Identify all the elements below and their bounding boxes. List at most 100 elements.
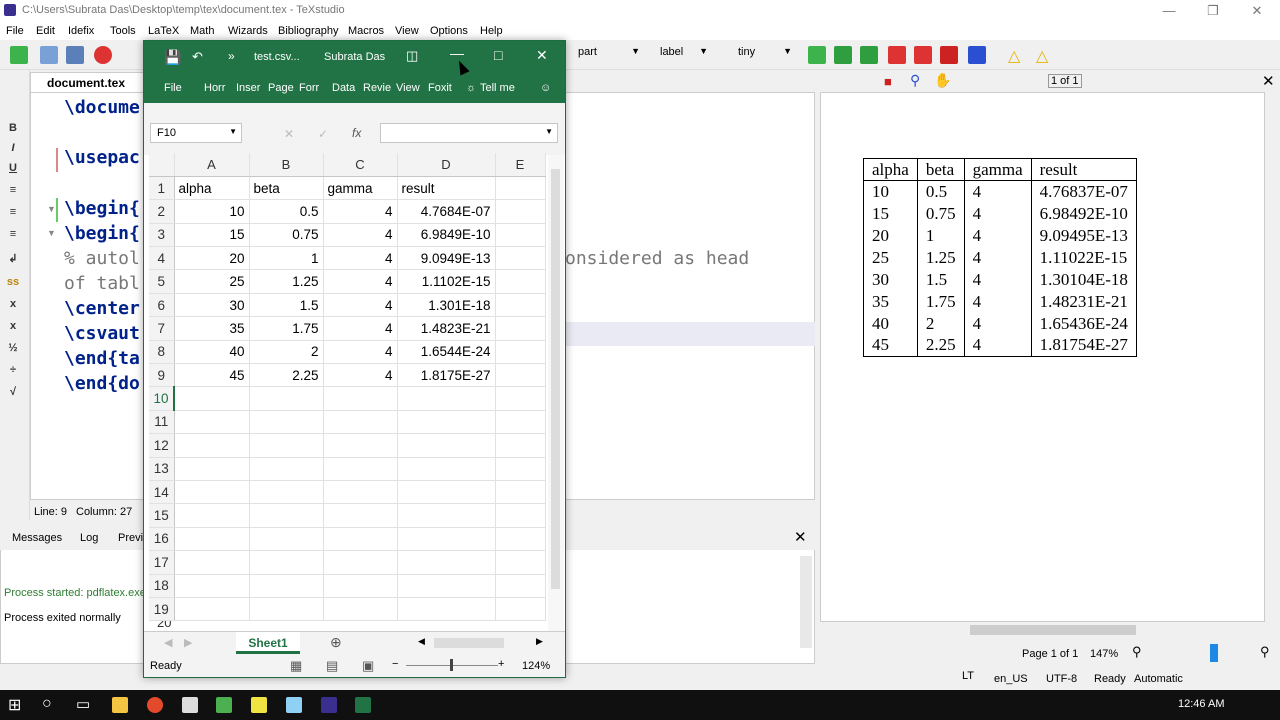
- cell[interactable]: 0.5: [249, 199, 324, 224]
- row-header[interactable]: 14: [149, 480, 175, 505]
- cell[interactable]: [249, 503, 324, 528]
- cell[interactable]: 6.9849E-10: [397, 223, 496, 248]
- cell[interactable]: 0.75: [249, 223, 324, 248]
- save-all-icon[interactable]: [40, 46, 58, 64]
- column-header-b[interactable]: B: [249, 153, 324, 177]
- cell[interactable]: [397, 386, 496, 411]
- cell[interactable]: [323, 597, 398, 622]
- fraction-icon[interactable]: ½: [6, 342, 20, 356]
- mode-selector[interactable]: Automatic: [1134, 673, 1183, 685]
- select-all-corner[interactable]: [149, 153, 175, 177]
- tab-foxit[interactable]: Foxit: [428, 82, 452, 94]
- cell[interactable]: 4: [323, 223, 398, 248]
- tab-home[interactable]: Horr: [204, 82, 225, 94]
- menu-bibliography[interactable]: Bibliography: [278, 25, 339, 37]
- menu-options[interactable]: Options: [430, 25, 468, 37]
- row-header[interactable]: 8: [149, 340, 175, 365]
- save-icon[interactable]: [66, 46, 84, 64]
- cancel-icon[interactable]: ✕: [284, 127, 294, 141]
- maximize-icon[interactable]: □: [494, 47, 502, 63]
- app-icon[interactable]: [286, 697, 302, 713]
- cell[interactable]: 1.8175E-27: [397, 363, 496, 388]
- cell[interactable]: 15: [174, 223, 250, 248]
- cell[interactable]: [495, 410, 546, 435]
- cell[interactable]: [323, 457, 398, 481]
- cell[interactable]: [249, 457, 324, 481]
- cell[interactable]: [495, 433, 546, 458]
- section-icon[interactable]: ss: [6, 276, 20, 290]
- cell[interactable]: [495, 199, 546, 224]
- cell[interactable]: [174, 503, 250, 528]
- row-header[interactable]: 12: [149, 433, 175, 458]
- column-icon[interactable]: [834, 46, 852, 64]
- normal-view-icon[interactable]: ▦: [290, 658, 302, 674]
- fold-icon[interactable]: ▼: [47, 204, 56, 214]
- save-icon[interactable]: 💾: [164, 49, 181, 66]
- cell[interactable]: [397, 574, 496, 598]
- tab-messages[interactable]: Messages: [12, 532, 62, 544]
- dictionary-selector[interactable]: en_US: [994, 673, 1028, 685]
- cell[interactable]: 1.301E-18: [397, 293, 496, 318]
- cell[interactable]: [174, 550, 250, 575]
- zoom-in-icon[interactable]: ⚲: [1260, 644, 1270, 660]
- more-icon[interactable]: »: [228, 49, 235, 63]
- cell[interactable]: [495, 176, 546, 201]
- cell[interactable]: [495, 269, 546, 294]
- cell[interactable]: [249, 410, 324, 435]
- cell[interactable]: 4: [323, 316, 398, 341]
- row-header[interactable]: 6: [149, 293, 175, 318]
- minimize-icon[interactable]: —: [1146, 0, 1192, 22]
- cell[interactable]: [397, 597, 496, 622]
- cell[interactable]: [174, 386, 250, 411]
- sheet-vertical-scrollbar[interactable]: [548, 155, 564, 631]
- cell[interactable]: [495, 316, 546, 341]
- cell[interactable]: [174, 480, 250, 505]
- cell[interactable]: 4.7684E-07: [397, 199, 496, 224]
- cell[interactable]: gamma: [323, 176, 398, 201]
- sheet-tab-sheet1[interactable]: Sheet1: [236, 632, 300, 654]
- excel-taskbar-icon[interactable]: [355, 697, 371, 713]
- zoom-out-icon[interactable]: ⚲: [1132, 644, 1142, 660]
- clock[interactable]: 12:46 AM: [1178, 698, 1224, 710]
- undo-icon[interactable]: ↶: [192, 49, 203, 65]
- cell[interactable]: [495, 527, 546, 552]
- zoom-level[interactable]: 147%: [1090, 648, 1118, 660]
- cell[interactable]: 1.5: [249, 293, 324, 318]
- menu-math[interactable]: Math: [190, 25, 214, 37]
- cell[interactable]: 9.0949E-13: [397, 246, 496, 271]
- menu-latex[interactable]: LaTeX: [148, 25, 179, 37]
- tab-preview[interactable]: Previ: [118, 532, 143, 544]
- column-header-e[interactable]: E: [495, 153, 546, 177]
- cell[interactable]: [323, 574, 398, 598]
- newline-icon[interactable]: ↲: [6, 252, 20, 266]
- sheet-horizontal-scrollbar[interactable]: [434, 638, 504, 648]
- cell[interactable]: beta: [249, 176, 324, 201]
- underline-icon[interactable]: U: [6, 162, 20, 176]
- cell[interactable]: [495, 363, 546, 388]
- row-header[interactable]: 13: [149, 457, 175, 481]
- column-header-c[interactable]: C: [323, 153, 398, 177]
- new-file-icon[interactable]: [10, 46, 28, 64]
- excel-user[interactable]: Subrata Das: [324, 51, 385, 63]
- prev-sheet-icon[interactable]: ◀: [164, 636, 172, 649]
- cell[interactable]: [495, 293, 546, 318]
- warning-icon[interactable]: △: [1008, 46, 1020, 66]
- file-explorer-icon[interactable]: [112, 697, 128, 713]
- page-number-input[interactable]: 1 of 1: [1048, 74, 1082, 88]
- cell[interactable]: [249, 527, 324, 552]
- cell[interactable]: 4: [323, 340, 398, 365]
- encoding-selector[interactable]: UTF-8: [1046, 673, 1077, 685]
- add-column-icon[interactable]: [860, 46, 878, 64]
- cell[interactable]: result: [397, 176, 496, 201]
- zoom-slider[interactable]: [1210, 644, 1218, 662]
- row-header[interactable]: 5: [149, 269, 175, 294]
- cell[interactable]: [323, 480, 398, 505]
- close-pdf-icon[interactable]: ✕: [1262, 72, 1275, 90]
- cell[interactable]: 1.1102E-15: [397, 269, 496, 294]
- tab-file[interactable]: File: [164, 82, 182, 94]
- windows-start-icon[interactable]: ⊞: [8, 695, 21, 715]
- insert-function-icon[interactable]: fx: [352, 126, 361, 140]
- page-break-icon[interactable]: ▣: [362, 658, 374, 674]
- close-panel-icon[interactable]: ✕: [794, 528, 807, 546]
- cell[interactable]: [397, 433, 496, 458]
